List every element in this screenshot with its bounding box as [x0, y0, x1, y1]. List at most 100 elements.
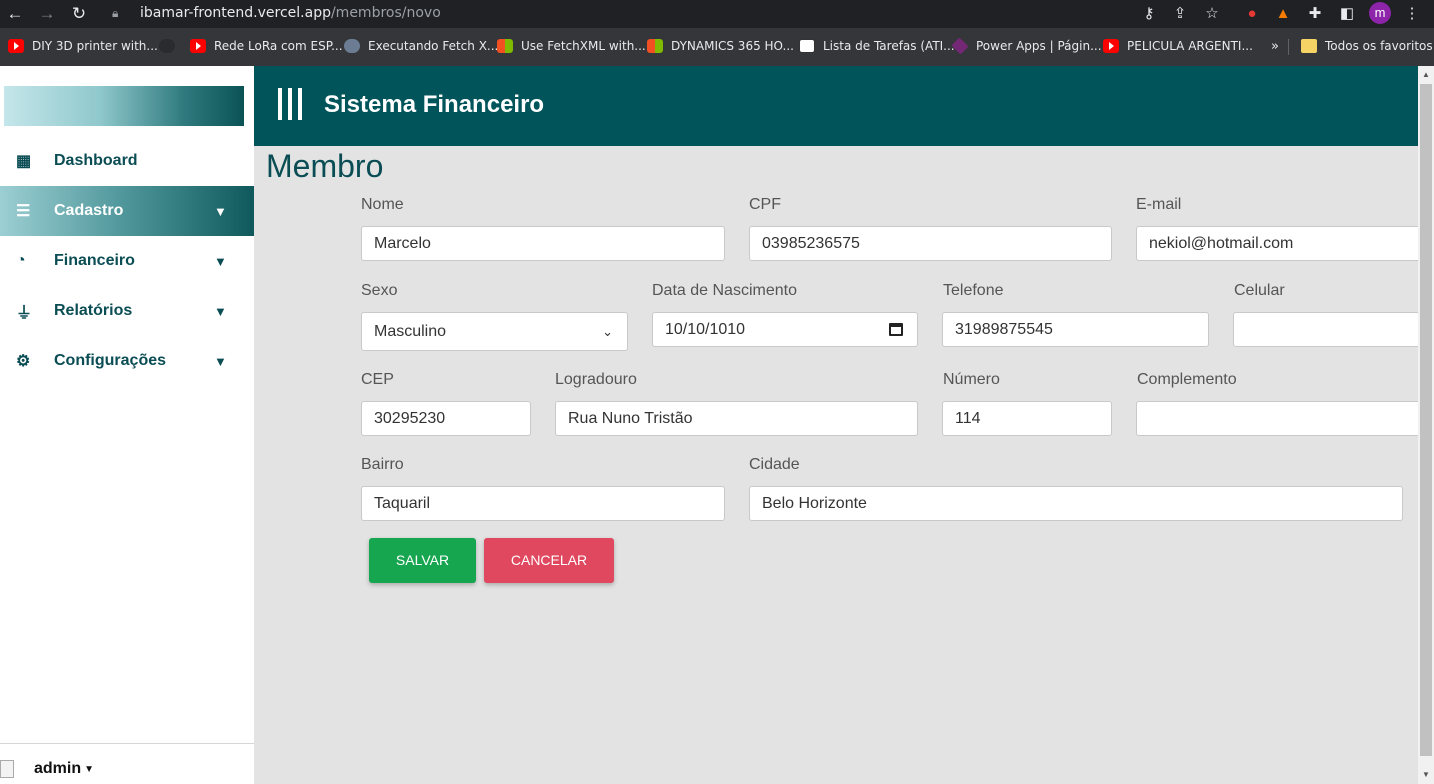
bookmark[interactable]: DIY 3D printer with...: [8, 39, 158, 53]
menu-toggle-icon[interactable]: [278, 88, 302, 120]
cep-input[interactable]: 30295230: [361, 401, 531, 436]
cpf-label: CPF: [749, 196, 781, 213]
page-title: Membro: [266, 148, 384, 184]
stack-icon: ☰: [16, 203, 31, 220]
telefone-input[interactable]: 31989875545: [942, 312, 1209, 347]
app-header: Sistema Financeiro: [254, 66, 1418, 146]
bookmark[interactable]: Rede LoRa com ESP...: [190, 39, 343, 53]
globe-icon: [159, 39, 175, 53]
back-arrow-icon[interactable]: ←: [4, 3, 26, 25]
sidebar-item-configuracoes[interactable]: ⚙ Configurações ▼: [0, 336, 254, 386]
cpf-input[interactable]: 03985236575: [749, 226, 1112, 261]
youtube-icon: [1103, 39, 1119, 53]
bookmark-divider: [1288, 39, 1289, 55]
nome-input[interactable]: Marcelo: [361, 226, 725, 261]
key-icon[interactable]: ⚷: [1138, 3, 1160, 25]
sidebar: ▦ Dashboard ☰ Cadastro ▼ ◔ Financeiro ▼ …: [0, 66, 254, 784]
address-bar[interactable]: 🔒︎ ibamar-frontend.vercel.app/membros/no…: [104, 1, 1234, 25]
nascimento-label: Data de Nascimento: [652, 282, 797, 299]
scroll-down-icon[interactable]: ▼: [1421, 770, 1431, 779]
bookmark[interactable]: Executando Fetch X...: [344, 39, 498, 53]
youtube-icon: [190, 39, 206, 53]
sidebar-item-financeiro[interactable]: ◔ Financeiro ▼: [0, 236, 254, 286]
chevron-down-icon: ▼: [214, 303, 227, 319]
gear-icon: ⚙: [16, 353, 31, 370]
cep-label: CEP: [361, 371, 394, 388]
chevron-down-icon: ▼: [214, 353, 227, 369]
sexo-select[interactable]: Masculino ⌄: [361, 312, 628, 351]
profile-avatar[interactable]: m: [1369, 2, 1391, 24]
nascimento-date-input[interactable]: 10/10/1010: [652, 312, 918, 347]
caret-down-icon: ▼: [84, 763, 95, 775]
extension-shield-icon[interactable]: ●: [1241, 3, 1263, 25]
share-icon[interactable]: ⇪: [1169, 3, 1191, 25]
folder-icon: [1301, 39, 1317, 53]
scroll-thumb[interactable]: [1420, 84, 1432, 756]
grid-icon: ▦: [16, 153, 32, 170]
lock-icon: 🔒︎: [112, 5, 119, 20]
bookmark[interactable]: Power Apps | Págin...: [951, 37, 1102, 55]
all-bookmarks[interactable]: Todos os favoritos: [1301, 39, 1433, 53]
puzzle-icon[interactable]: ✚: [1304, 3, 1326, 25]
star-icon[interactable]: ☆: [1201, 3, 1223, 25]
plug-icon: ⏚: [16, 305, 33, 322]
cidade-label: Cidade: [749, 456, 800, 473]
extension-rocket-icon[interactable]: ▲: [1272, 3, 1294, 25]
forward-arrow-icon[interactable]: →: [36, 3, 58, 25]
avatar: [0, 760, 14, 778]
nascimento-value: 10/10/1010: [665, 321, 746, 338]
scroll-up-icon[interactable]: ▲: [1421, 70, 1431, 79]
bairro-input[interactable]: Taquaril: [361, 486, 725, 521]
sexo-value: Masculino: [374, 323, 447, 340]
telefone-label: Telefone: [943, 282, 1004, 299]
logradouro-input[interactable]: Rua Nuno Tristão: [555, 401, 918, 436]
reload-icon[interactable]: ↻: [68, 3, 90, 25]
side-panel-icon[interactable]: ◧: [1336, 3, 1358, 25]
bookmark[interactable]: DYNAMICS 365 HO...: [647, 39, 794, 53]
numero-label: Número: [943, 371, 1000, 388]
bookmark[interactable]: PELICULA ARGENTI...: [1103, 39, 1253, 53]
bookmark[interactable]: Lista de Tarefas (ATI...: [799, 39, 955, 53]
chevron-down-icon: ▼: [214, 253, 227, 269]
save-button[interactable]: SALVAR: [369, 538, 476, 583]
youtube-icon: [8, 39, 24, 53]
email-input[interactable]: nekiol@hotmail.com: [1136, 226, 1418, 261]
microsoft-icon: [647, 39, 663, 53]
url-host: ibamar-frontend.vercel.app: [140, 5, 331, 21]
cloud-icon: [344, 39, 360, 53]
menu-dots-icon[interactable]: ⋮: [1401, 3, 1423, 25]
logradouro-label: Logradouro: [555, 371, 637, 388]
nome-label: Nome: [361, 196, 404, 213]
cidade-input[interactable]: Belo Horizonte: [749, 486, 1403, 521]
notion-icon: [799, 39, 815, 53]
chevron-down-icon: ⌄: [602, 324, 613, 339]
sidebar-divider: [0, 743, 254, 744]
sexo-label: Sexo: [361, 282, 398, 299]
cancel-button[interactable]: CANCELAR: [484, 538, 614, 583]
numero-input[interactable]: 114: [942, 401, 1112, 436]
user-name: admin: [34, 760, 82, 777]
celular-label: Celular: [1234, 282, 1285, 299]
logo: [4, 86, 244, 126]
page-scrollbar[interactable]: ▲ ▼: [1418, 66, 1434, 784]
more-bookmarks-button[interactable]: »: [1271, 39, 1279, 54]
browser-toolbar: ← → ↻ 🔒︎ ibamar-frontend.vercel.app/memb…: [0, 0, 1434, 28]
power-apps-icon: [951, 37, 969, 55]
microsoft-icon: [497, 39, 513, 53]
app-title: Sistema Financeiro: [324, 91, 545, 118]
chevron-down-icon: ▼: [214, 203, 227, 219]
bookmark-blank-icon[interactable]: [159, 39, 183, 53]
bookmark[interactable]: Use FetchXML with...: [497, 39, 646, 53]
bairro-label: Bairro: [361, 456, 404, 473]
user-menu[interactable]: admin ▼: [0, 760, 94, 778]
bookmarks-bar: DIY 3D printer with... Rede LoRa com ESP…: [0, 28, 1434, 66]
complemento-label: Complemento: [1137, 371, 1237, 388]
email-label: E-mail: [1136, 196, 1182, 213]
sidebar-item-dashboard[interactable]: ▦ Dashboard: [0, 136, 254, 186]
sidebar-item-cadastro[interactable]: ☰ Cadastro ▼: [0, 186, 254, 236]
sidebar-item-relatorios[interactable]: ⏚ Relatórios ▼: [0, 286, 254, 336]
complemento-input[interactable]: [1136, 401, 1418, 436]
url-path: /membros/novo: [330, 5, 441, 21]
calendar-icon[interactable]: [889, 323, 903, 336]
celular-input[interactable]: [1233, 312, 1418, 347]
